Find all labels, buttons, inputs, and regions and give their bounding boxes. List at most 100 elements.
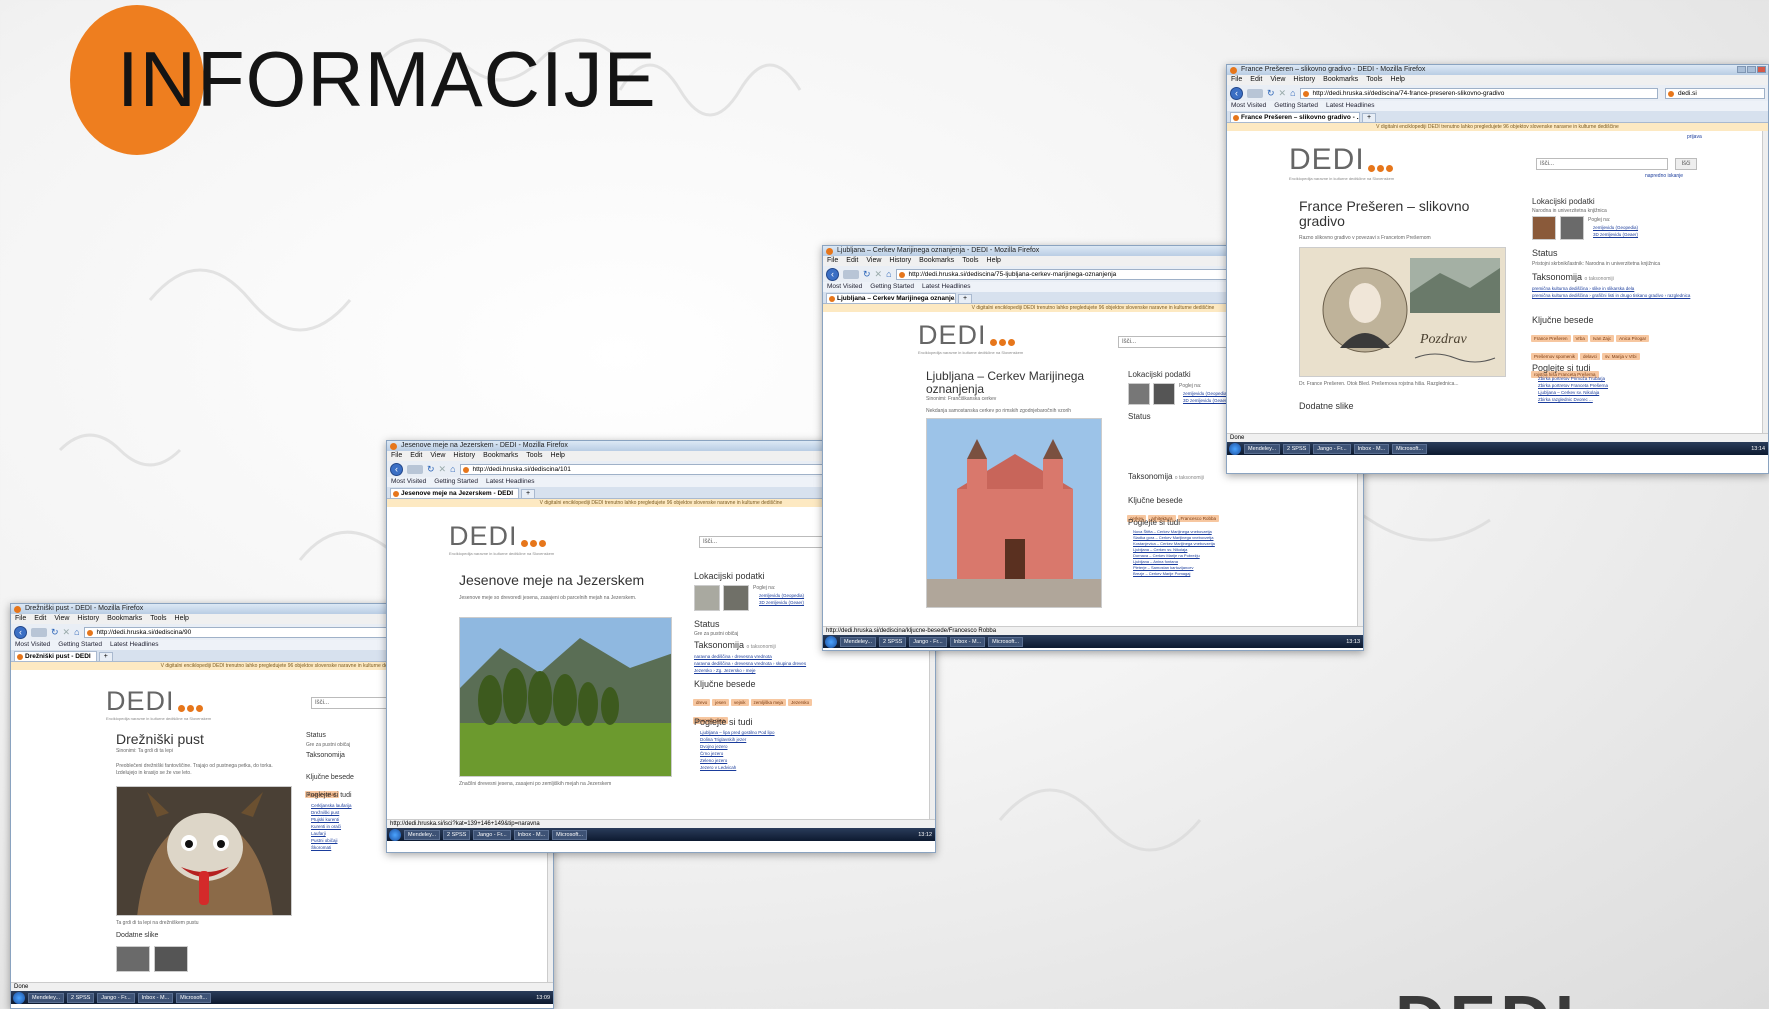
keyword-tag[interactable]: Ivan Zajc — [1589, 335, 1615, 342]
menu-help[interactable]: Help — [1391, 75, 1405, 85]
back-button[interactable]: ‹ — [14, 625, 27, 639]
new-tab-button[interactable]: + — [521, 489, 536, 498]
search-input[interactable]: Išči... — [1536, 158, 1668, 170]
menu-help[interactable]: Help — [987, 256, 1001, 266]
see-also-link[interactable]: Dolina Triglavskih jezer — [700, 736, 775, 743]
menu-help[interactable]: Help — [175, 614, 189, 624]
taskbar-item[interactable]: Mendeley... — [1244, 443, 1281, 454]
map-thumbnail-2[interactable] — [1560, 216, 1584, 240]
taskbar-item[interactable]: Inbox - M... — [513, 829, 550, 840]
keyword-tag[interactable]: jesen — [712, 699, 730, 706]
stop-icon[interactable]: ✕ — [875, 269, 883, 280]
menu-bookmarks[interactable]: Bookmarks — [483, 451, 518, 461]
menu-bookmarks[interactable]: Bookmarks — [1323, 75, 1358, 85]
menu-tools[interactable]: Tools — [962, 256, 978, 266]
forward-button[interactable] — [31, 627, 47, 637]
home-icon[interactable]: ⌂ — [886, 269, 891, 279]
keyword-tag[interactable]: Jezersko — [788, 699, 813, 706]
bookmark-most-visited[interactable]: Most Visited — [827, 282, 862, 292]
stop-icon[interactable]: ✕ — [63, 627, 71, 638]
taskbar-item[interactable]: Microsoft... — [1392, 443, 1428, 454]
home-icon[interactable]: ⌂ — [1290, 88, 1295, 98]
login-link[interactable]: prijava — [1687, 134, 1702, 141]
dedi-logo[interactable]: DEDI — [106, 688, 203, 715]
menu-bookmarks[interactable]: Bookmarks — [919, 256, 954, 266]
stop-icon[interactable]: ✕ — [1279, 88, 1287, 99]
start-button[interactable] — [389, 828, 401, 841]
menu-file[interactable]: File — [391, 451, 402, 461]
scrollbar[interactable] — [1762, 131, 1768, 433]
advanced-search-link[interactable]: napredno iskanje — [1645, 173, 1683, 180]
window-titlebar[interactable]: France Prešeren – slikovno gradivo - DED… — [1227, 65, 1768, 75]
browser-search-box[interactable]: dedi.si — [1665, 87, 1765, 99]
new-tab-button[interactable]: + — [98, 652, 113, 661]
see-also-link[interactable]: Kurenti in orači — [311, 823, 352, 830]
menu-help[interactable]: Help — [551, 451, 565, 461]
taskbar-item[interactable]: Inbox - M... — [949, 636, 986, 647]
keyword-tag[interactable]: Vrba — [1572, 335, 1588, 342]
keyword-tag[interactable]: France Prešeren — [1531, 335, 1571, 342]
keyword-tag[interactable]: zemljiška meja — [750, 699, 787, 706]
geaer-link[interactable]: 3D zemljevidu (Geaer) — [1183, 397, 1228, 404]
keyword-tag[interactable]: delavci — [1580, 353, 1601, 360]
taskbar-item[interactable]: 2 SPSS — [67, 992, 95, 1003]
taskbar-item[interactable]: Mendeley... — [28, 992, 65, 1003]
bookmark-latest-headlines[interactable]: Latest Headlines — [922, 282, 970, 292]
reload-icon[interactable]: ↻ — [427, 464, 435, 475]
reload-icon[interactable]: ↻ — [51, 627, 59, 638]
taxonomy-link[interactable]: premična kulturna dediščina › grafični l… — [1532, 292, 1692, 299]
new-tab-button[interactable]: + — [958, 294, 972, 303]
taskbar-item[interactable]: Mendeley... — [840, 636, 877, 647]
taskbar-item[interactable]: Mendeley... — [404, 829, 441, 840]
bookmark-getting-started[interactable]: Getting Started — [434, 477, 478, 487]
start-button[interactable] — [825, 635, 837, 648]
dedi-logo[interactable]: DEDI — [1289, 145, 1393, 175]
search-input[interactable]: Išči... — [699, 536, 829, 548]
thumbnail-2[interactable] — [154, 946, 188, 972]
menu-bar[interactable]: File Edit View History Bookmarks Tools Help — [1227, 75, 1768, 85]
see-also-link[interactable]: Črno jezero — [700, 750, 775, 757]
tab-active[interactable]: Jesenove meje na Jezerskem - DEDI — [390, 488, 520, 498]
menu-bookmarks[interactable]: Bookmarks — [107, 614, 142, 624]
taskbar-item[interactable]: Jango - Fr... — [909, 636, 947, 647]
bookmark-getting-started[interactable]: Getting Started — [1274, 101, 1318, 111]
dedi-logo[interactable]: DEDI — [918, 322, 1015, 349]
window-controls[interactable] — [1737, 66, 1766, 73]
see-also-link[interactable]: Škoromati — [311, 844, 352, 851]
see-also-link[interactable]: Ljubljana – Cerkev sv. Nikolaja — [1538, 389, 1608, 396]
menu-history[interactable]: History — [1293, 75, 1315, 85]
menu-history[interactable]: History — [889, 256, 911, 266]
menu-file[interactable]: File — [15, 614, 26, 624]
menu-view[interactable]: View — [1270, 75, 1285, 85]
keyword-tag[interactable]: sv. Marija v Vrbi — [1602, 353, 1640, 360]
browser-window-preseren[interactable]: France Prešeren – slikovno gradivo - DED… — [1226, 64, 1769, 474]
see-also-link[interactable]: Drežniški pust — [311, 809, 352, 816]
taskbar-item[interactable]: Microsoft... — [176, 992, 212, 1003]
see-also-link[interactable]: Pustni običaji — [311, 837, 352, 844]
back-button[interactable]: ‹ — [826, 267, 839, 281]
bookmark-latest-headlines[interactable]: Latest Headlines — [1326, 101, 1374, 111]
stop-icon[interactable]: ✕ — [439, 464, 447, 475]
taskbar-item[interactable]: Inbox - M... — [1353, 443, 1390, 454]
keyword-tag[interactable]: Francesco Robba — [1177, 515, 1220, 522]
bookmark-most-visited[interactable]: Most Visited — [391, 477, 426, 487]
geopedia-link[interactable]: zemljevidu (Geopedia) — [1183, 390, 1228, 397]
see-also-link[interactable]: Cerkljanska laufarija — [311, 802, 352, 809]
taskbar-item[interactable]: 2 SPSS — [1283, 443, 1311, 454]
forward-button[interactable] — [1247, 88, 1263, 98]
see-also-link[interactable]: Brezje – Cerkev Marije Pomagaj — [1133, 571, 1215, 577]
menu-file[interactable]: File — [827, 256, 838, 266]
taskbar-item[interactable]: Microsoft... — [988, 636, 1024, 647]
see-also-link[interactable]: Ptujski kurenti — [311, 816, 352, 823]
taskbar-item[interactable]: Jango - Fr... — [473, 829, 511, 840]
map-thumbnail-1[interactable] — [1128, 383, 1150, 405]
geopedia-link[interactable]: zemljevidu (Geopedia) — [1593, 224, 1638, 231]
taxonomy-link[interactable]: naravna dediščina › drevesna vrednota › … — [694, 660, 806, 667]
bookmark-getting-started[interactable]: Getting Started — [870, 282, 914, 292]
see-also-link[interactable]: Zbirka razglednic Dvorec ... — [1538, 396, 1608, 403]
menu-tools[interactable]: Tools — [150, 614, 166, 624]
back-button[interactable]: ‹ — [390, 462, 403, 476]
main-photo[interactable] — [116, 786, 292, 916]
menu-view[interactable]: View — [430, 451, 445, 461]
back-button[interactable]: ‹ — [1230, 86, 1243, 100]
